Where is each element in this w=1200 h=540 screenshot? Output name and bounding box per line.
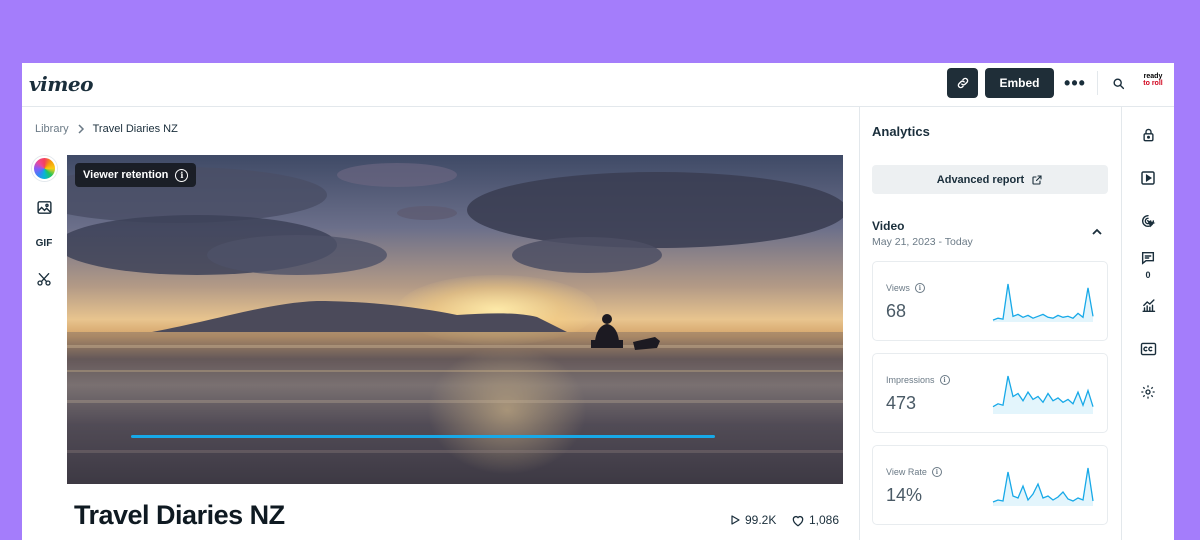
settings-button[interactable] — [1138, 382, 1158, 402]
play-icon — [731, 515, 740, 525]
right-icon-rail: 0 — [1121, 107, 1174, 540]
interactivity-button[interactable] — [1138, 211, 1158, 231]
info-icon[interactable]: i — [939, 375, 950, 385]
video-title: Travel Diaries NZ — [74, 500, 285, 530]
closed-captions-icon — [1140, 342, 1156, 356]
color-tool-button[interactable] — [31, 155, 57, 181]
viewer-retention-badge[interactable]: Viewer retention i — [75, 163, 197, 187]
copy-link-button[interactable] — [947, 68, 978, 98]
impressions-sparkline — [992, 375, 1094, 414]
views-value: 68 — [886, 301, 907, 321]
app-window: vimeo Embed ••• ready to roll Library Tr… — [22, 63, 1174, 540]
view-rate-value: 14% — [886, 485, 923, 505]
comments-button[interactable] — [1138, 248, 1158, 268]
view-rate-sparkline — [992, 467, 1094, 506]
thumbnail-tool-button[interactable] — [31, 194, 57, 220]
breadcrumb: Library Travel Diaries NZ — [35, 123, 178, 135]
impressions-card[interactable]: Impressions i 473 — [872, 353, 1108, 433]
image-icon — [36, 200, 52, 214]
views-card[interactable]: Views i 68 — [872, 261, 1108, 341]
impressions-value: 473 — [886, 393, 917, 413]
topbar-divider — [1097, 71, 1098, 95]
breadcrumb-current: Travel Diaries NZ — [92, 123, 178, 135]
likes-value: 1,086 — [809, 513, 840, 527]
chevron-up-icon[interactable] — [1090, 225, 1104, 239]
breadcrumb-library-link[interactable]: Library — [35, 123, 69, 135]
privacy-button[interactable] — [1138, 125, 1158, 145]
top-bar: vimeo Embed ••• ready to roll — [22, 63, 1174, 107]
gear-icon — [1141, 385, 1155, 399]
chevron-right-icon — [78, 124, 84, 134]
video-player[interactable]: Viewer retention i — [67, 155, 843, 484]
sparkline-area — [993, 376, 1093, 414]
play-square-icon — [1141, 171, 1155, 185]
comment-icon — [1141, 251, 1155, 265]
search-icon — [1112, 77, 1124, 89]
embed-button[interactable]: Embed — [985, 68, 1054, 98]
cursor-click-icon — [1142, 214, 1156, 228]
retention-graph-line — [131, 435, 715, 438]
viewer-retention-label: Viewer retention — [83, 169, 169, 181]
date-range: May 21, 2023 - Today — [872, 236, 973, 248]
impressions-label-wrap: Impressions i — [886, 375, 950, 385]
vimeo-logo[interactable]: vimeo — [29, 72, 93, 96]
heart-icon — [792, 515, 804, 527]
analytics-title: Analytics — [872, 124, 930, 139]
scissors-icon — [37, 273, 51, 286]
views-label-wrap: Views i — [886, 283, 925, 293]
search-button[interactable] — [1108, 73, 1128, 93]
captions-button[interactable] — [1138, 339, 1158, 359]
analytics-panel: Analytics Advanced report Video May 21, … — [859, 107, 1121, 540]
analytics-chart-icon — [1141, 299, 1155, 313]
plays-value: 99.2K — [745, 513, 777, 527]
avatar-text-top: ready — [1143, 73, 1163, 80]
impressions-label: Impressions — [886, 375, 935, 385]
avatar[interactable]: ready to roll — [1141, 73, 1165, 93]
plays-count: 99.2K — [729, 513, 776, 527]
advanced-report-label: Advanced report — [936, 173, 1025, 186]
info-icon[interactable]: i — [914, 283, 925, 293]
avatar-text-bottom: to roll — [1143, 80, 1163, 87]
more-options-button[interactable]: ••• — [1063, 71, 1087, 95]
analytics-button[interactable] — [1138, 296, 1158, 316]
view-rate-card[interactable]: View Rate i 14% — [872, 445, 1108, 525]
lock-icon — [1142, 128, 1154, 142]
view-rate-label: View Rate — [886, 467, 927, 477]
comments-count: 0 — [1145, 270, 1151, 280]
gif-tool-button[interactable]: GIF — [31, 230, 57, 256]
player-settings-button[interactable] — [1138, 168, 1158, 188]
gif-label: GIF — [35, 237, 53, 249]
views-label: Views — [886, 283, 910, 293]
views-sparkline — [992, 283, 1094, 322]
video-section-title: Video — [872, 219, 905, 233]
external-link-icon — [1032, 174, 1042, 185]
color-wheel-icon — [31, 155, 57, 181]
sparkline-area — [993, 284, 1093, 322]
likes-count[interactable]: 1,086 — [791, 513, 839, 527]
link-icon — [957, 77, 968, 89]
view-rate-label-wrap: View Rate i — [886, 467, 942, 477]
advanced-report-button[interactable]: Advanced report — [872, 165, 1108, 194]
trim-tool-button[interactable] — [31, 266, 57, 292]
info-icon[interactable]: i — [931, 467, 942, 477]
info-icon[interactable]: i — [175, 168, 189, 182]
